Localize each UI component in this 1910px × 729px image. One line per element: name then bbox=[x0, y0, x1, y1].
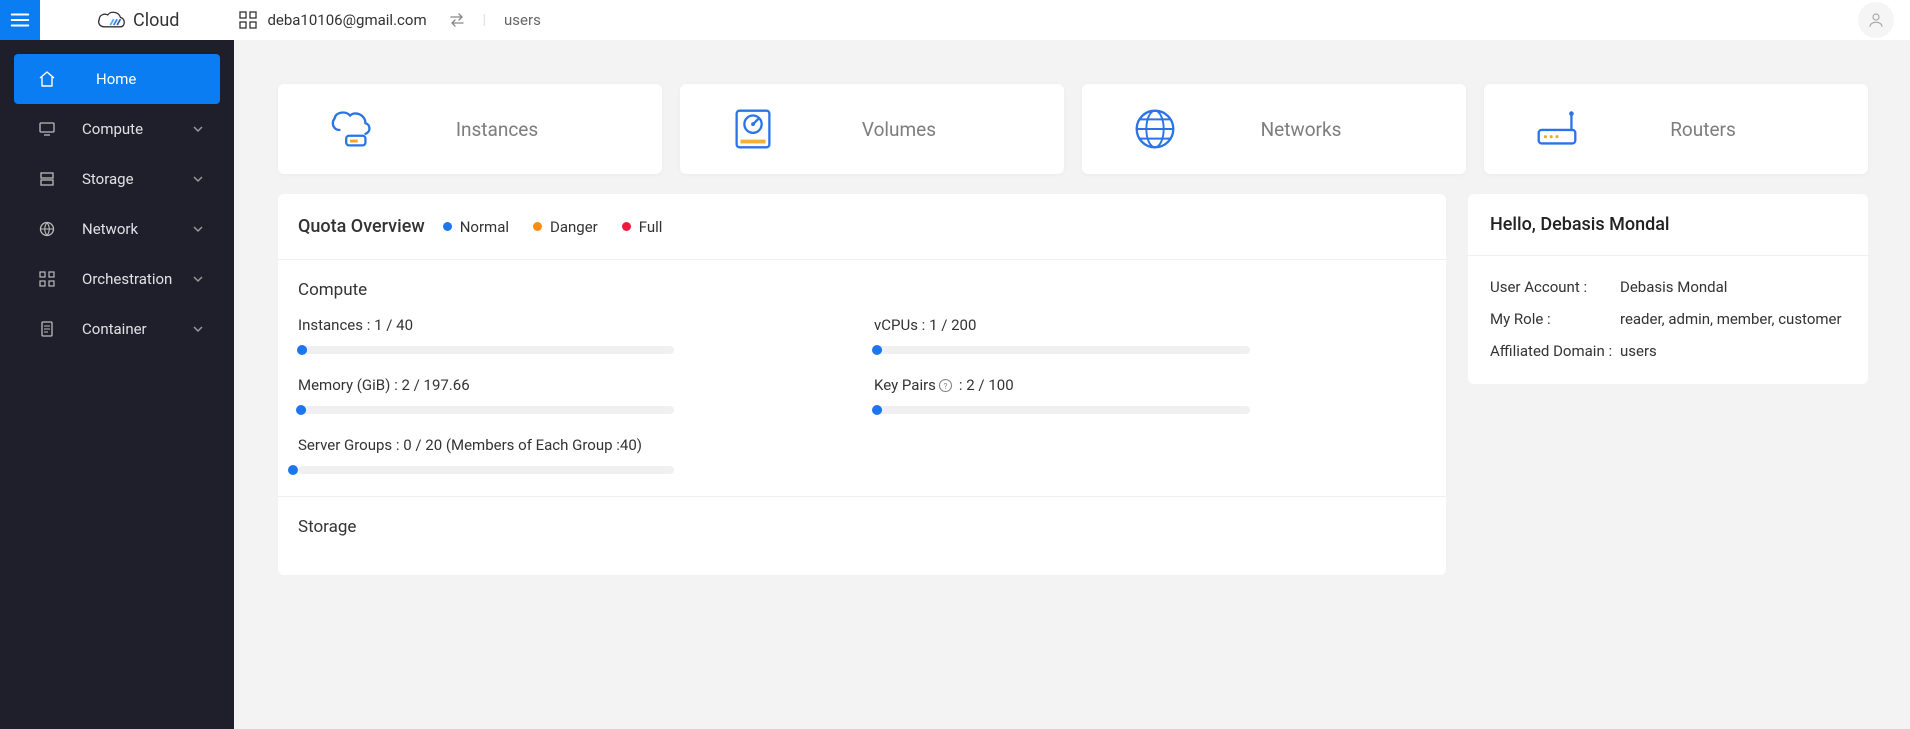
quota-title: Quota Overview bbox=[298, 216, 425, 237]
legend-danger: Danger bbox=[533, 218, 598, 236]
navcard-label: Volumes bbox=[780, 118, 1064, 141]
topbar: Cloud deba10106@gmail.com | users bbox=[0, 0, 1910, 40]
logo[interactable]: Cloud bbox=[95, 9, 179, 31]
tiles-icon bbox=[38, 270, 56, 288]
sidebar: Home Compute Storage Network Orchestrati… bbox=[0, 40, 234, 729]
chevron-down-icon bbox=[192, 323, 204, 335]
progress-bar bbox=[298, 346, 674, 354]
legend-normal: Normal bbox=[443, 218, 509, 236]
document-icon bbox=[38, 320, 56, 338]
sidebar-item-network[interactable]: Network bbox=[0, 204, 234, 254]
navcard-label: Networks bbox=[1182, 118, 1466, 141]
globe-icon bbox=[38, 220, 56, 238]
sidebar-item-home[interactable]: Home bbox=[14, 54, 220, 104]
router-icon bbox=[1530, 102, 1584, 156]
quota-item-instances: Instances : 1 / 40 bbox=[298, 316, 850, 354]
cloud-instance-icon bbox=[324, 102, 378, 156]
progress-bar bbox=[298, 406, 674, 414]
main-content: Instances Volumes Networks Routers Quota… bbox=[234, 40, 1910, 729]
dot-full-icon bbox=[622, 222, 631, 231]
chevron-down-icon bbox=[192, 223, 204, 235]
switch-domain-button[interactable] bbox=[449, 12, 465, 28]
progress-bar bbox=[874, 346, 1250, 354]
menu-toggle-button[interactable] bbox=[0, 0, 40, 40]
navcard-networks[interactable]: Networks bbox=[1082, 84, 1466, 174]
sidebar-item-label: Orchestration bbox=[0, 270, 172, 288]
section-title: Compute bbox=[298, 260, 1426, 316]
navcard-volumes[interactable]: Volumes bbox=[680, 84, 1064, 174]
quota-section-storage: Storage bbox=[278, 496, 1446, 575]
account-email[interactable]: deba10106@gmail.com bbox=[267, 11, 426, 29]
progress-bar bbox=[874, 406, 1250, 414]
user-info-panel: Hello, Debasis Mondal User Account : Deb… bbox=[1468, 194, 1868, 384]
chevron-down-icon bbox=[192, 173, 204, 185]
monitor-icon bbox=[38, 120, 56, 138]
sidebar-item-label: Container bbox=[0, 320, 147, 338]
quota-overview-panel: Quota Overview Normal Danger Full Comput… bbox=[278, 194, 1446, 575]
user-row-domain: Affiliated Domain : users bbox=[1490, 328, 1846, 360]
quota-item-vcpus: vCPUs : 1 / 200 bbox=[874, 316, 1426, 354]
sidebar-item-label: Home bbox=[46, 70, 136, 88]
storage-icon bbox=[38, 170, 56, 188]
quota-section-compute: Compute Instances : 1 / 40 vCPUs : 1 / 2… bbox=[278, 259, 1446, 496]
legend-full: Full bbox=[622, 218, 663, 236]
quota-legend: Normal Danger Full bbox=[443, 218, 663, 236]
user-greeting: Hello, Debasis Mondal bbox=[1490, 214, 1670, 235]
help-icon[interactable]: ? bbox=[938, 378, 953, 393]
nav-cards-row: Instances Volumes Networks Routers bbox=[278, 84, 1868, 174]
navcard-label: Instances bbox=[378, 118, 662, 141]
sidebar-item-label: Network bbox=[0, 220, 138, 238]
quota-item-servergroups: Server Groups : 0 / 20 (Members of Each … bbox=[298, 436, 850, 474]
progress-bar bbox=[298, 466, 674, 474]
section-title: Storage bbox=[298, 497, 1426, 553]
navcard-routers[interactable]: Routers bbox=[1484, 84, 1868, 174]
dot-normal-icon bbox=[443, 222, 452, 231]
current-domain[interactable]: users bbox=[504, 11, 541, 29]
quota-item-keypairs: Key Pairs ? : 2 / 100 bbox=[874, 376, 1426, 414]
logo-text: Cloud bbox=[133, 10, 179, 31]
sidebar-item-container[interactable]: Container bbox=[0, 304, 234, 354]
cloud-logo-icon bbox=[95, 9, 129, 31]
quota-item-memory: Memory (GiB) : 2 / 197.66 bbox=[298, 376, 850, 414]
hamburger-icon bbox=[9, 9, 31, 31]
sidebar-item-compute[interactable]: Compute bbox=[0, 104, 234, 154]
sidebar-item-label: Storage bbox=[0, 170, 134, 188]
sidebar-item-label: Compute bbox=[0, 120, 143, 138]
chevron-down-icon bbox=[192, 123, 204, 135]
navcard-label: Routers bbox=[1584, 118, 1868, 141]
home-icon bbox=[38, 70, 56, 88]
user-row-role: My Role : reader, admin, member, custome… bbox=[1490, 296, 1846, 328]
network-globe-icon bbox=[1128, 102, 1182, 156]
volume-icon bbox=[726, 102, 780, 156]
navcard-instances[interactable]: Instances bbox=[278, 84, 662, 174]
sidebar-item-storage[interactable]: Storage bbox=[0, 154, 234, 204]
user-row-account: User Account : Debasis Mondal bbox=[1490, 264, 1846, 296]
dot-danger-icon bbox=[533, 222, 542, 231]
svg-text:?: ? bbox=[943, 381, 947, 391]
user-avatar-button[interactable] bbox=[1858, 2, 1894, 38]
topbar-divider: | bbox=[483, 12, 486, 28]
user-icon bbox=[1867, 11, 1885, 29]
sidebar-item-orchestration[interactable]: Orchestration bbox=[0, 254, 234, 304]
swap-icon bbox=[449, 12, 465, 28]
chevron-down-icon bbox=[192, 273, 204, 285]
apps-button[interactable] bbox=[239, 11, 257, 29]
grid-icon bbox=[239, 11, 257, 29]
